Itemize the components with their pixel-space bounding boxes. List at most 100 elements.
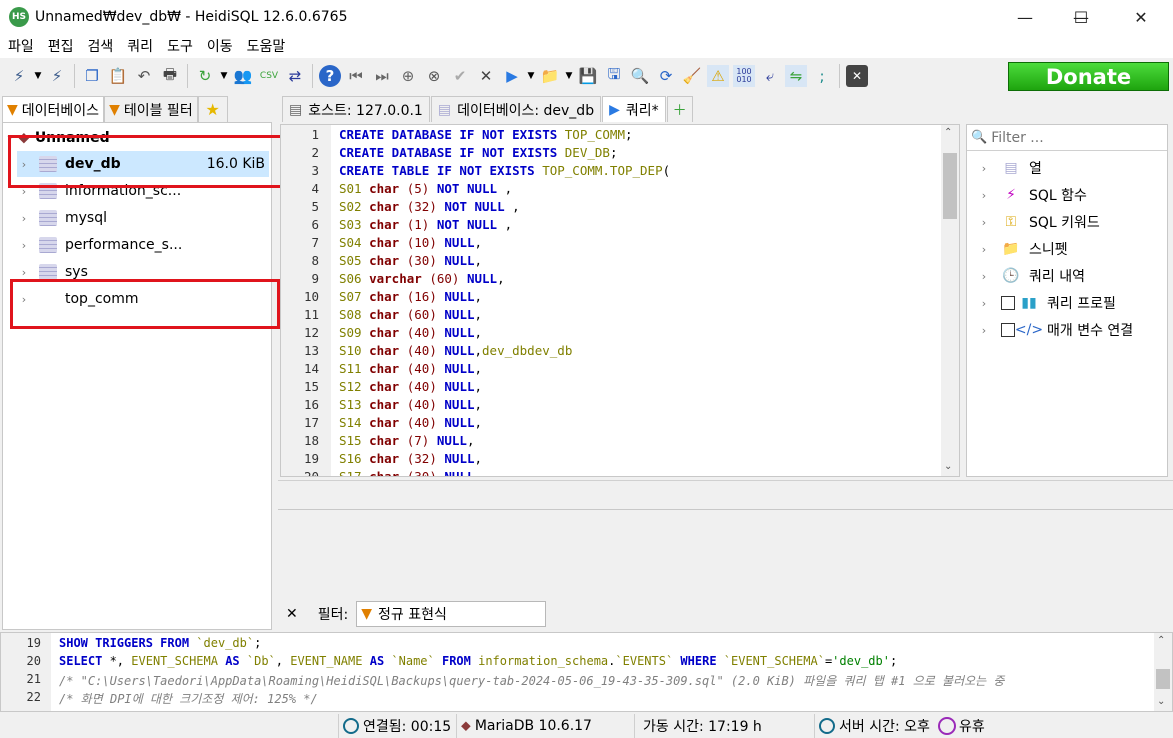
print-icon[interactable]: 🖶 [159,65,181,87]
editor-scroll-thumb[interactable] [943,153,957,219]
clear-icon[interactable]: 🧹 [681,65,703,87]
transfer-icon[interactable]: ⇄ [284,65,306,87]
first-record-icon[interactable]: ⏮ [345,65,367,87]
code-token: ; [625,127,633,142]
add-record-icon[interactable]: ⊕ [397,65,419,87]
code-brackets-icon: </> [1014,322,1044,338]
copy-icon[interactable]: ❐ [81,65,103,87]
tab-host[interactable]: ▤ 호스트: 127.0.0.1 [282,96,430,122]
expand-chevron-icon[interactable]: › [977,243,991,256]
tree-item-mysql[interactable]: › mysql [17,205,269,231]
delete-record-icon[interactable]: ⊗ [423,65,445,87]
editor-vertical-scrollbar[interactable]: ⌃ ⌄ [941,125,959,476]
scroll-down-icon[interactable]: ⌄ [944,461,952,472]
helper-query-profile[interactable]: › ▮▮ 쿼리 프로필 [967,290,1167,316]
checkbox[interactable] [1001,323,1015,337]
sql-log[interactable]: 19 SHOW TRIGGERS FROM `dev_db`; 20 SELECT *… [0,632,1173,712]
menu-query[interactable]: 쿼리 [121,36,159,56]
status-server: ⬥ MariaDB 10.6.17 [456,714,632,738]
expand-chevron-icon[interactable]: › [17,239,31,252]
new-query-tab-icon[interactable]: ＋ [666,96,693,122]
menu-file[interactable]: 파일 [2,36,40,56]
helpers-filter-input[interactable] [991,129,1142,146]
helper-query-history[interactable]: › 🕒 쿼리 내역 [967,263,1167,289]
log-vertical-scrollbar[interactable]: ⌃ ⌄ [1154,633,1172,711]
wrap-lines-icon[interactable]: ⤶ [759,65,781,87]
code-token: NULL [444,289,475,304]
maximize-button[interactable]: ☐ [1053,0,1109,34]
find-icon[interactable]: 🔍 [629,65,651,87]
undo-icon[interactable]: ↶ [133,65,155,87]
code-token: NULL [444,235,475,250]
tab-database-dev-db[interactable]: ▤ 데이터베이스: dev_db [430,96,602,122]
replace-icon[interactable]: ⟳ [655,65,677,87]
helper-columns[interactable]: › ▤ 열 [967,155,1167,181]
code-token: CREATE TABLE IF NOT EXISTS [339,163,543,178]
run-query-icon[interactable]: ▶ [501,65,523,87]
donate-button[interactable]: Donate [1008,62,1169,91]
expand-chevron-icon[interactable]: › [977,297,991,310]
refresh-dropdown-icon[interactable]: ▼ [218,65,230,87]
expand-chevron-icon[interactable]: › [977,162,991,175]
query-tabs: ▤ 호스트: 127.0.0.1 ▤ 데이터베이스: dev_db ▶ 쿼리* … [278,94,1173,122]
scroll-up-icon[interactable]: ⌃ [1157,635,1165,646]
connect-icon[interactable]: ⚡ [8,65,30,87]
open-dropdown-icon[interactable]: ▼ [563,65,575,87]
save-icon[interactable]: 💾 [577,65,599,87]
tree-item-performance-schema[interactable]: › performance_s... [17,232,269,258]
code-token: `Db` [246,654,276,668]
close-button[interactable]: ✕ [1113,0,1169,34]
tab-database[interactable]: ▼ 데이터베이스 [2,96,105,122]
tree-item-label: mysql [65,210,107,226]
splitter[interactable] [278,509,1173,510]
minimize-button[interactable]: — [997,0,1053,34]
helper-snippets[interactable]: › 📁 스니펫 [967,236,1167,262]
semicolon-icon[interactable]: ; [811,65,833,87]
sync-icon[interactable]: ⇋ [785,65,807,87]
expand-chevron-icon[interactable]: › [977,270,991,283]
open-file-icon[interactable]: 📁 [539,65,561,87]
paste-icon[interactable]: 📋 [107,65,129,87]
disconnect-icon[interactable]: ⚡ [46,65,68,87]
tab-table-filter[interactable]: ▼ 테이블 필터 [104,96,198,122]
last-record-icon[interactable]: ⏭ [371,65,393,87]
binary-mode-icon[interactable]: 100 010 [733,65,755,87]
expand-chevron-icon[interactable]: › [17,266,31,279]
warning-icon[interactable]: ⚠ [707,65,729,87]
editor-code-line: S01 char (5) NOT NULL , [339,181,512,196]
connect-dropdown-icon[interactable]: ▼ [32,65,44,87]
expand-chevron-icon[interactable]: › [977,189,991,202]
export-csv-icon[interactable]: CSV [258,65,280,87]
expand-chevron-icon[interactable]: › [977,324,991,337]
tab-query[interactable]: ▶ 쿼리* [602,96,666,122]
helpers-filter[interactable]: 🔍 [967,125,1167,151]
expand-chevron-icon[interactable]: › [17,212,31,225]
refresh-icon[interactable]: ↻ [194,65,216,87]
filter-regex-field[interactable]: ▼ 정규 표현식 [356,601,547,627]
post-record-icon[interactable]: ✔ [449,65,471,87]
log-scroll-thumb[interactable] [1156,669,1170,689]
close-filter-icon[interactable]: ✕ [286,606,298,622]
exit-icon[interactable]: ✕ [846,65,868,87]
menu-search[interactable]: 검색 [82,36,120,56]
helper-sql-keywords[interactable]: › ⚿ SQL 키워드 [967,209,1167,235]
cancel-edit-icon[interactable]: ✕ [475,65,497,87]
editor-line-number: 14 [303,361,319,376]
save-as-snippet-icon[interactable]: 🖫 [603,65,625,87]
expand-chevron-icon[interactable]: › [977,216,991,229]
sql-editor[interactable]: 1 CREATE DATABASE IF NOT EXISTS TOP_COMM;… [280,124,960,477]
editor-code-line: S04 char (10) NULL, [339,235,482,250]
scroll-up-icon[interactable]: ⌃ [944,127,952,138]
run-dropdown-icon[interactable]: ▼ [525,65,537,87]
scroll-down-icon[interactable]: ⌄ [1157,696,1165,707]
menu-edit[interactable]: 편집 [42,36,80,56]
menu-tools[interactable]: 도구 [161,36,199,56]
menu-help[interactable]: 도움말 [241,36,292,56]
user-manager-icon[interactable]: 👥 [232,65,254,87]
helper-bind-params[interactable]: › </> 매개 변수 연결 [967,317,1167,343]
helper-sql-functions[interactable]: › ⚡ SQL 함수 [967,182,1167,208]
help-icon[interactable]: ? [319,65,341,87]
checkbox[interactable] [1001,296,1015,310]
favorites-star-icon[interactable]: ★ [197,96,228,122]
menu-go[interactable]: 이동 [201,36,239,56]
